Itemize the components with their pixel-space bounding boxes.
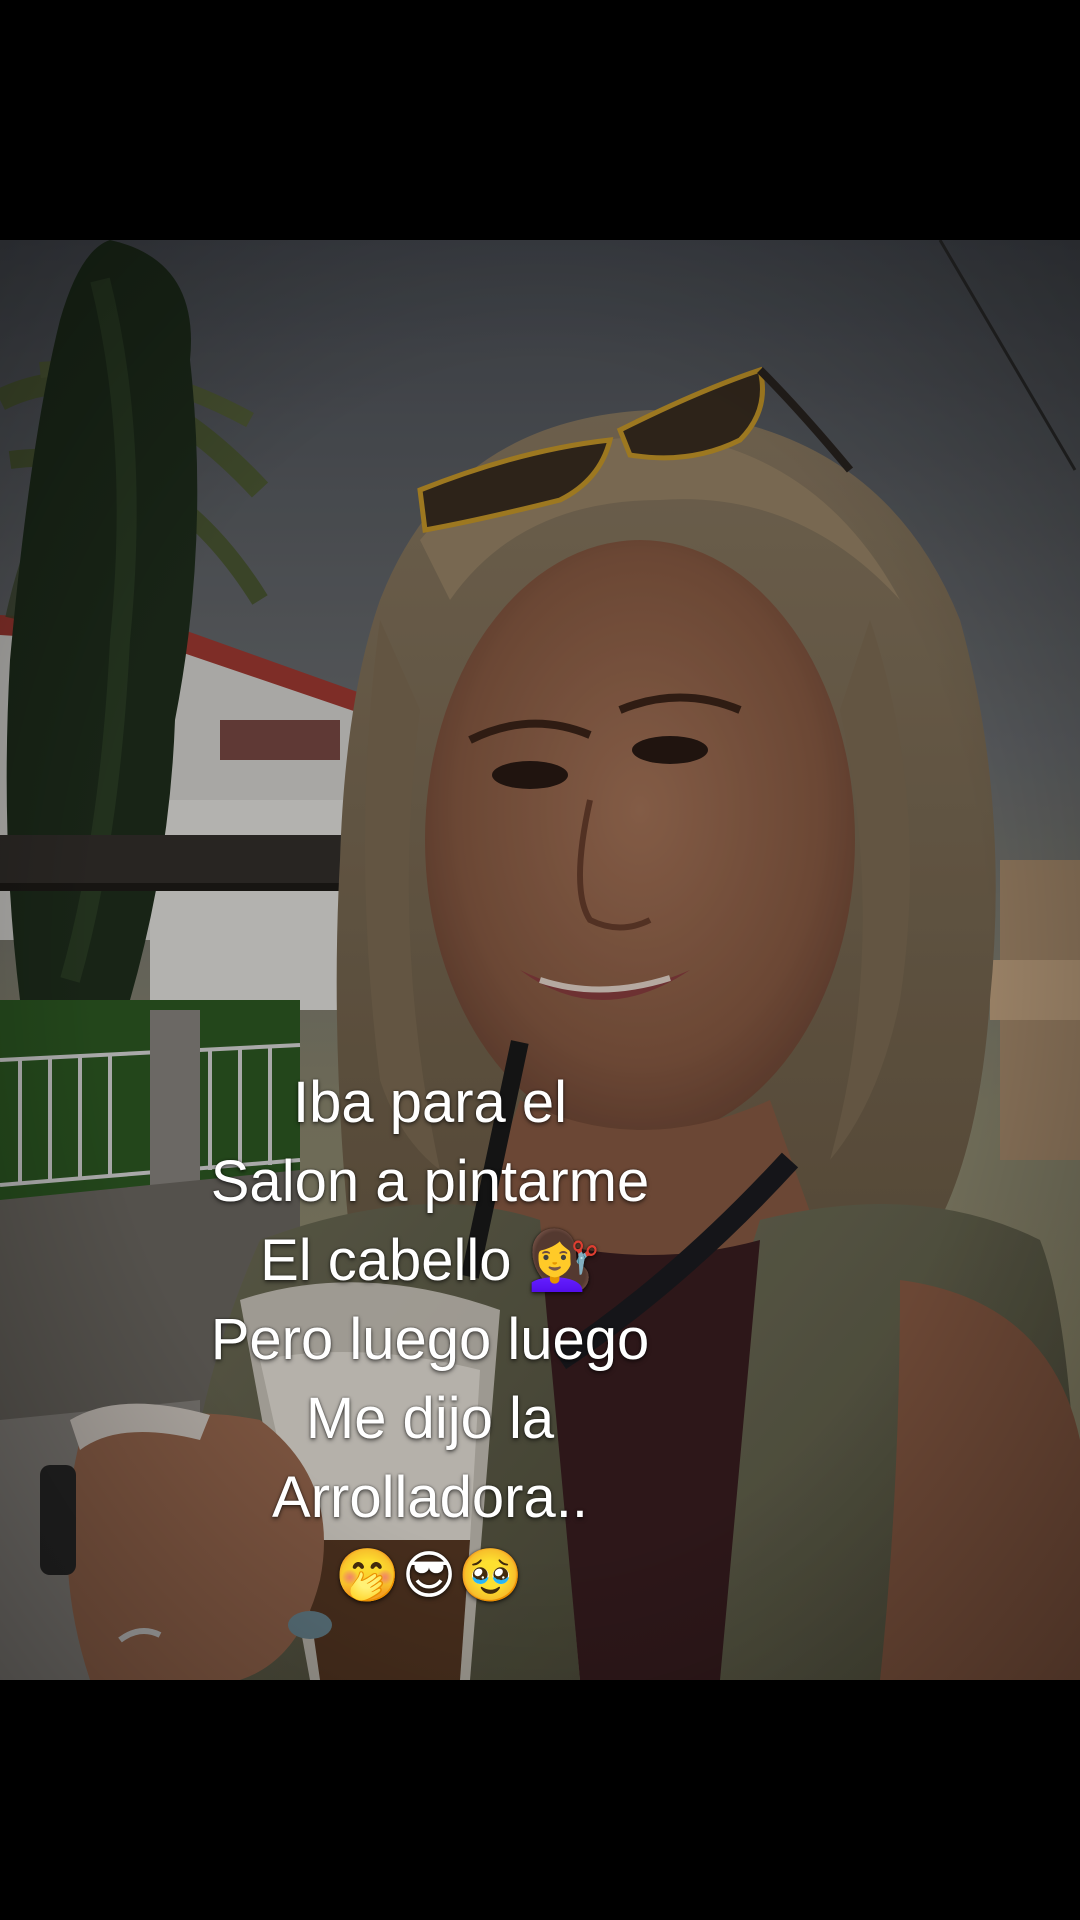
caption-emoji-line: 🤭😎🥹 xyxy=(335,1547,525,1605)
caption-line-5: Me dijo la xyxy=(305,1386,555,1451)
caption-line-6: Arrolladora.. xyxy=(272,1465,588,1530)
letterbox-bottom xyxy=(0,1680,1080,1920)
caption-line-1: Iba para el xyxy=(292,1070,568,1135)
caption-line-4: Pero luego luego xyxy=(210,1307,650,1372)
caption-line-3: El cabello 💇‍♀️ xyxy=(260,1228,600,1293)
caption-overlay: Iba para el Salon a pintarme El cabello … xyxy=(0,1063,860,1616)
caption-line-2: Salon a pintarme xyxy=(210,1149,650,1214)
letterbox-top xyxy=(0,0,1080,240)
